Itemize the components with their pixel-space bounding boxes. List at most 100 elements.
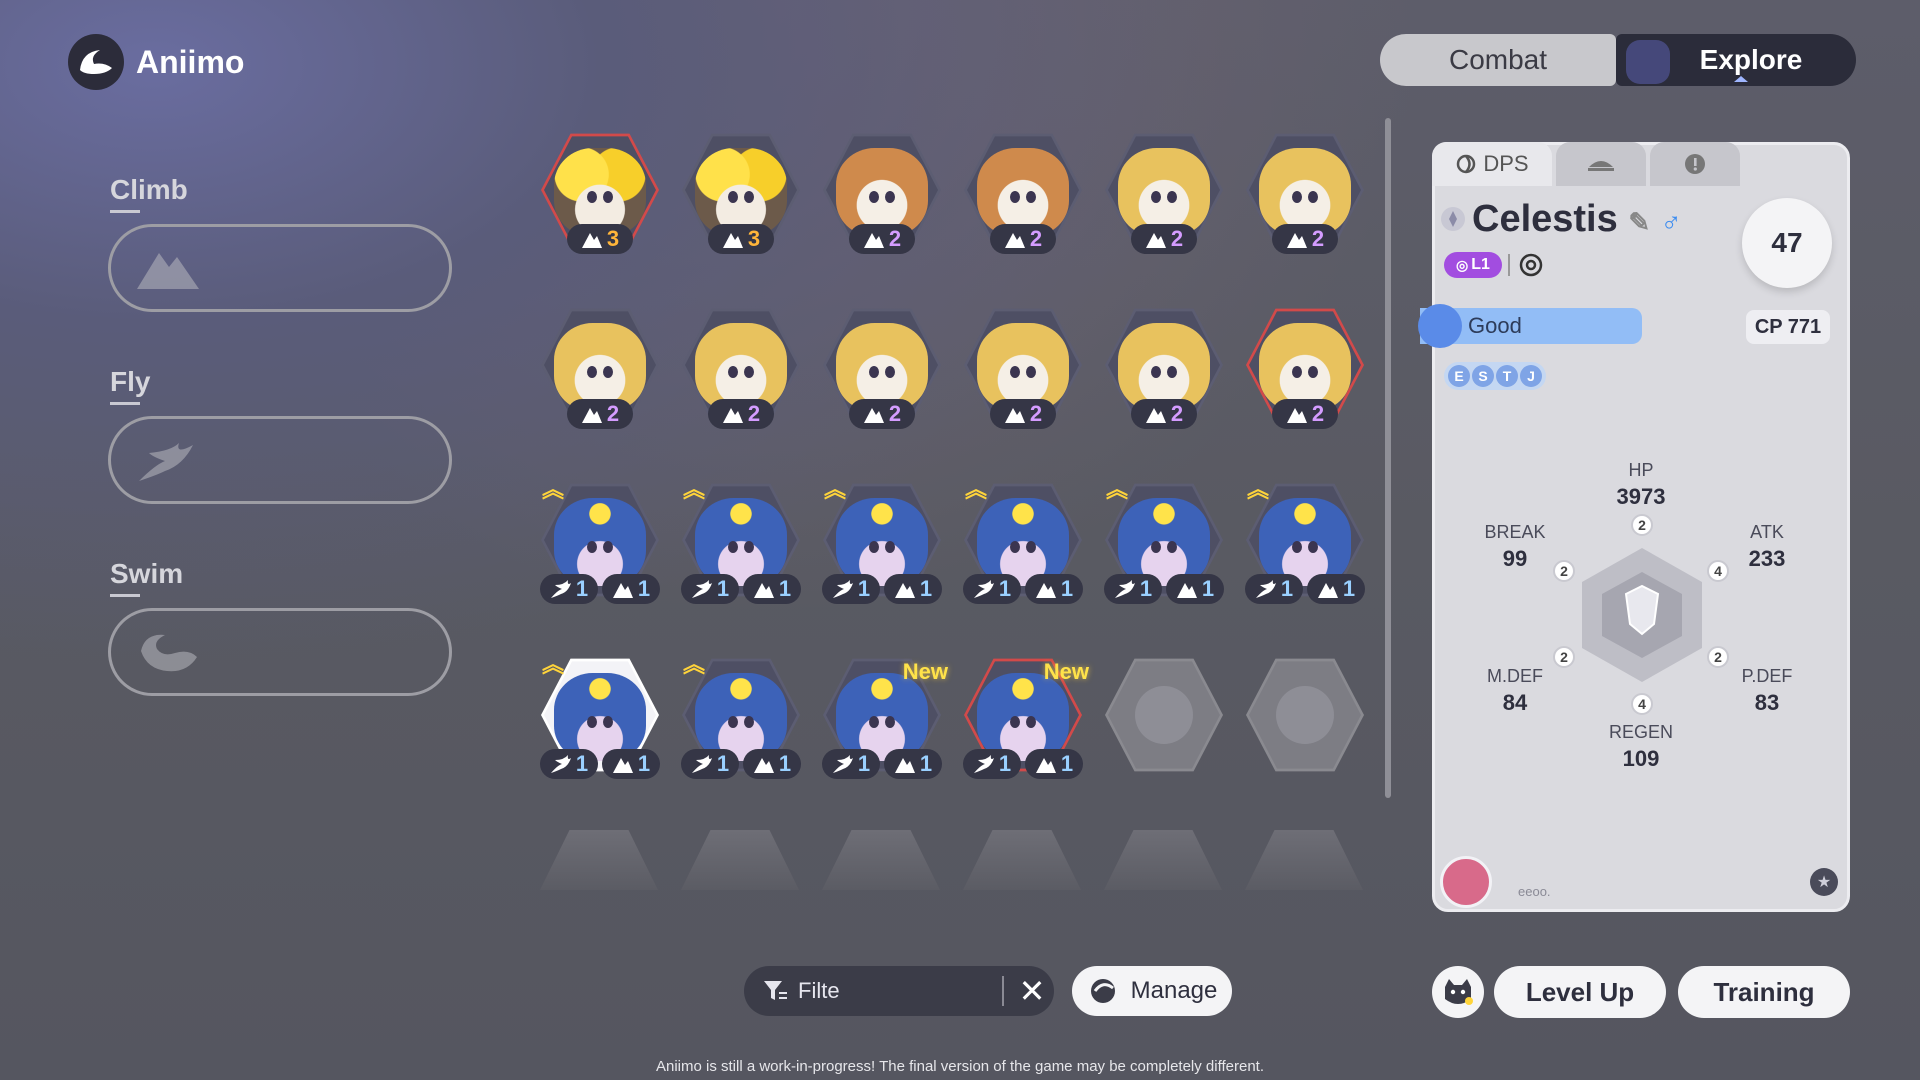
active-caret-icon [1734,76,1748,82]
tab-info[interactable] [1650,142,1740,186]
personality-j: J [1520,365,1542,387]
skill-badges: 11 [532,574,668,604]
creature-card[interactable]: ︽ 1 1 [681,653,801,779]
tab-food[interactable] [1556,142,1646,186]
pet-button[interactable] [1432,966,1484,1018]
skill-badges: 11 [955,749,1091,779]
edit-name-icon[interactable]: ✎ [1628,207,1650,237]
creature-card[interactable]: 2 [963,305,1083,429]
skill-level-value: 1 [778,576,792,601]
empty-slot[interactable] [1245,655,1365,775]
stat-atk-label: ATK [1750,522,1784,542]
skill-level-value: 2 [1170,401,1184,426]
tab-explore[interactable]: Explore [1616,34,1856,86]
skill-badges: 11 [814,749,950,779]
skill-badges: 11 [1096,574,1232,604]
placeholder-face-icon [1276,686,1334,744]
cat-icon [1626,40,1670,84]
creature-card[interactable]: 2 [1245,305,1365,429]
tab-combat[interactable]: Combat [1380,34,1616,86]
hidden-row-slot [1104,830,1222,890]
skill-level-badge: 2 [849,224,915,254]
creature-card[interactable]: 2 [822,130,942,254]
skill-level-badge: 1 [743,749,801,779]
skill-level-badge: 2 [1131,399,1197,429]
skill-level-value: 1 [716,576,730,601]
tab-dps[interactable]: DPS [1432,142,1552,186]
stat-pdef-points: 2 [1707,646,1729,668]
skill-level-value: 1 [1060,751,1074,776]
stat-pdef-label: P.DEF [1741,666,1793,686]
creature-card[interactable]: 2 [1104,130,1224,254]
creature-card[interactable]: New 1 1 [963,655,1089,779]
skill-level-badge: 1 [681,574,739,604]
creature-card[interactable]: 2 [681,305,801,429]
dps-icon [1457,154,1476,174]
stat-atk-value: 233 [1748,546,1786,571]
creature-card[interactable]: ︽ 1 1 [681,478,801,604]
climb-slot[interactable] [108,224,452,312]
creature-card[interactable]: ︽ 1 1 [540,478,660,604]
grid-scrollbar[interactable] [1385,118,1391,798]
cat-face-icon [1445,979,1473,1005]
wing-icon [139,443,193,481]
skill-level-badge: 3 [708,224,774,254]
creature-card[interactable]: 2 [1245,130,1365,254]
creature-card[interactable]: ︽ 1 1 [540,652,660,779]
creature-card[interactable]: ︽ 1 1 [1104,478,1224,604]
level-up-button[interactable]: Level Up [1494,966,1666,1018]
skill-level-badge: 2 [708,399,774,429]
skill-level-value: 2 [1029,226,1043,251]
skill-level-value: 1 [1280,576,1294,601]
creature-card[interactable]: 3 [681,130,801,254]
card-portrait [1108,661,1220,769]
filter-input[interactable]: Filte [798,978,840,1004]
hidden-row-slot [681,830,799,890]
creature-card[interactable]: ︽ 1 1 [963,478,1083,604]
creature-card[interactable]: 2 [540,305,660,429]
wing-icon [550,753,572,775]
mountain-icon [1004,403,1026,425]
stat-mdef-value: 84 [1502,690,1528,715]
manage-button[interactable]: Manage [1072,966,1232,1016]
creature-card[interactable]: ︽ 1 1 [822,478,942,604]
creature-card[interactable]: 3 [540,130,660,254]
skill-level-badge: 2 [849,399,915,429]
combat-power: CP 771 [1746,310,1830,344]
creature-card[interactable]: 2 [1104,305,1224,429]
fly-slot[interactable] [108,416,452,504]
training-button[interactable]: Training [1678,966,1850,1018]
swim-slot[interactable] [108,608,452,696]
mountain-icon [581,228,603,250]
mood-face-icon [1418,304,1462,348]
app-brand: Aniimo [68,34,244,90]
creature-card[interactable]: 2 [822,305,942,429]
wing-icon [832,578,854,600]
stat-hp-value: 3973 [1616,484,1666,509]
tab-dps-label: DPS [1483,151,1529,176]
skill-level-value: 1 [998,751,1012,776]
skill-badges: 11 [673,574,809,604]
hidden-row-slot [540,830,658,890]
clear-filter-icon[interactable]: ✕ [1012,970,1052,1012]
male-icon: ♂ [1660,206,1682,237]
divider [110,210,140,213]
rank-icon: ◎ [1456,256,1469,273]
empty-slot[interactable] [1104,655,1224,775]
mountain-icon [894,753,916,775]
creature-card[interactable]: ︽ 1 1 [1245,478,1365,604]
mood-bar: Good [1418,304,1642,348]
mountain-icon [1286,403,1308,425]
mountain-icon [612,753,634,775]
planet-badge-icon[interactable] [1440,856,1492,908]
creature-card[interactable]: 2 [963,130,1083,254]
skill-badges: 2 [822,399,942,429]
skill-level-value: 2 [747,401,761,426]
mountain-icon [581,403,603,425]
favorite-star-icon[interactable]: ★ [1810,868,1838,896]
creature-grid: 3 3 2 2 2 2 2 2 2 2 2 2 ︽ 1 1 ︽ 1 1 ︽ 1 1 ︽ 1 1 ︽ 1 1 ︽ 1 1 ︽ 1 1 ︽ 1 1 New 1… [540,130,1400,890]
upgrade-chevron-icon: ︽ [542,652,565,677]
creature-card[interactable]: New 1 1 [822,655,948,779]
skill-level-badge: 1 [822,574,880,604]
filter-icon [764,981,787,1000]
